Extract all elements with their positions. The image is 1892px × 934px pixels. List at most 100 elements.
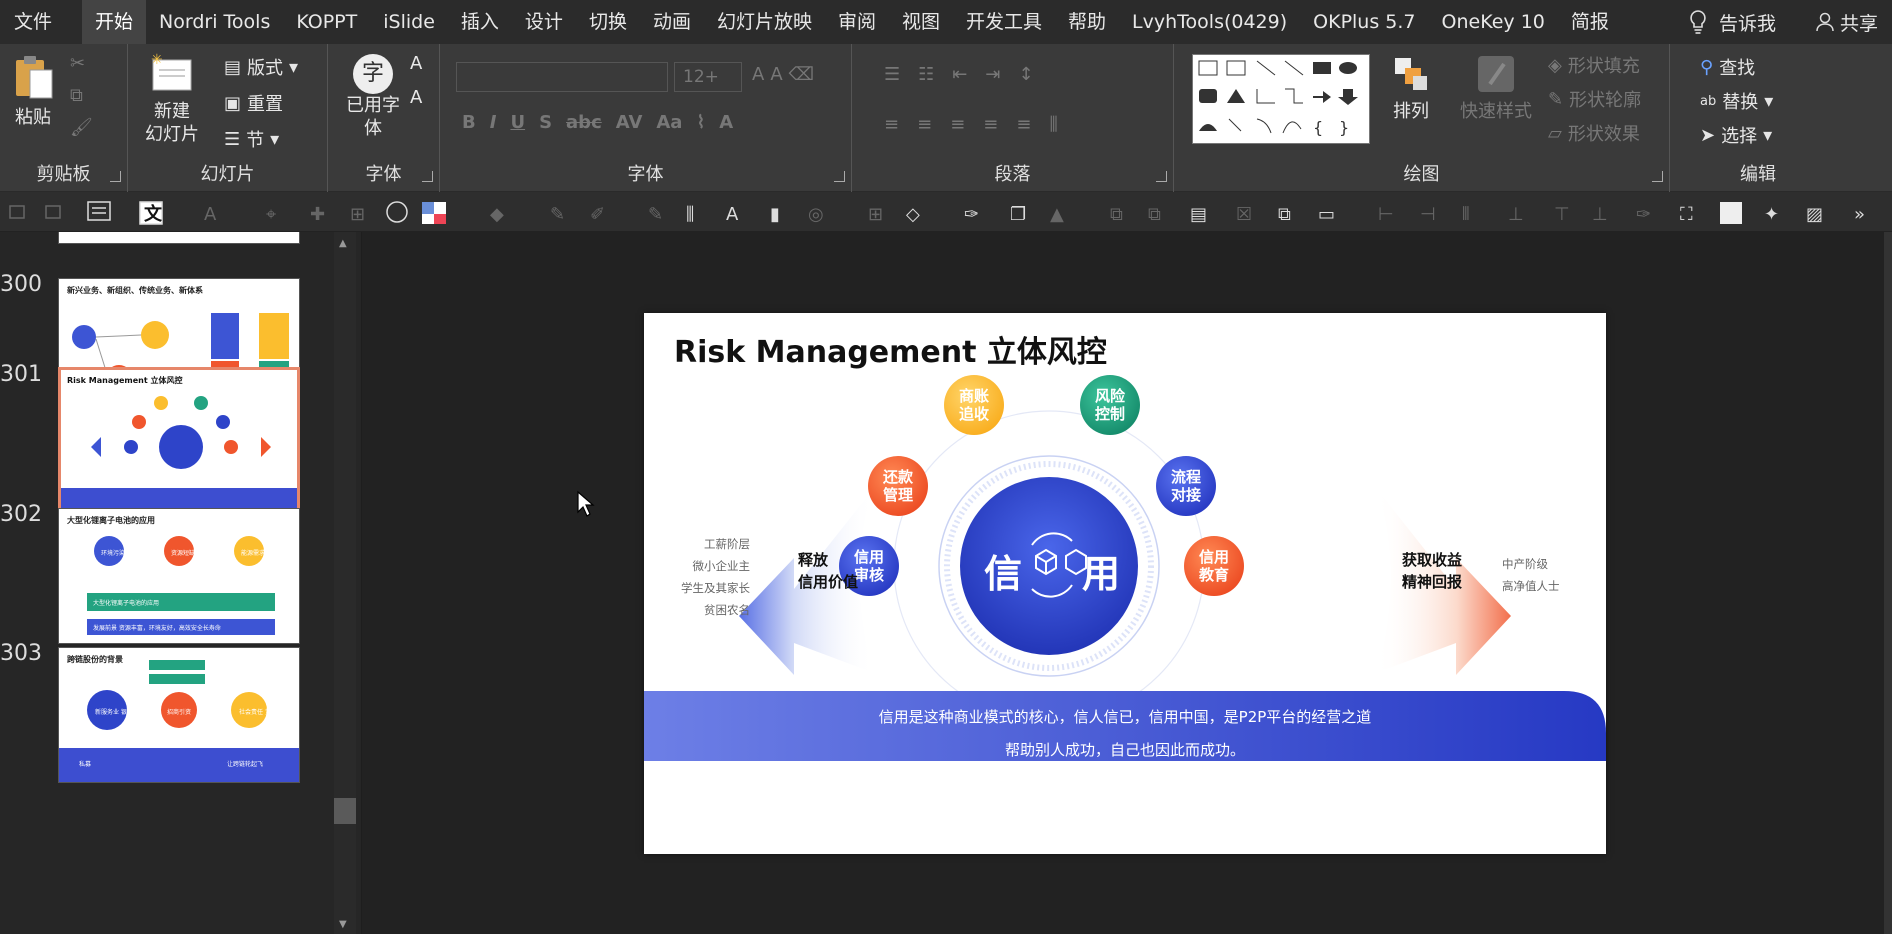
reset-button[interactable]: ▣ 重置 bbox=[224, 90, 283, 116]
paste-label: 粘贴 bbox=[15, 107, 51, 128]
align-center-icon[interactable]: ≡ bbox=[917, 114, 932, 135]
outdent-icon[interactable]: ⇤ bbox=[952, 64, 967, 85]
italic-icon[interactable]: I bbox=[490, 112, 497, 133]
new-slide-button[interactable]: ✳ 新建 幻灯片 bbox=[140, 52, 204, 146]
center-left-char: 信 bbox=[984, 552, 1023, 596]
ribbon-home: 粘贴 ✂ ⧉ 🖌 剪贴板 ✳ 新建 幻灯片 ▤ 版式 ▾ ▣ 重置 ☰ 节 ▾ 幻灯片 字… bbox=[0, 44, 1892, 192]
font-color-icon[interactable]: A bbox=[719, 112, 733, 133]
section-button[interactable]: ☰ 节 ▾ bbox=[224, 126, 279, 152]
svg-text:⊞: ⊞ bbox=[868, 204, 883, 225]
underline-icon[interactable]: U bbox=[510, 112, 525, 133]
arrange-button[interactable]: 排列 bbox=[1384, 54, 1438, 123]
tab-developer[interactable]: 开发工具 bbox=[953, 0, 1055, 44]
thumbnail-scrollbar[interactable]: ▲ ▼ bbox=[334, 232, 356, 934]
search-icon: ⚲ bbox=[1700, 56, 1714, 78]
tab-insert[interactable]: 插入 bbox=[448, 0, 512, 44]
svg-text:⧉: ⧉ bbox=[1278, 204, 1291, 225]
paste-button[interactable]: 粘贴 bbox=[8, 54, 58, 129]
svg-text:A: A bbox=[204, 204, 217, 225]
slide-editor-area[interactable]: Risk Management 立体风控 信 用 商账 追收 风险 控制 还款 … bbox=[362, 232, 1892, 934]
tab-animations[interactable]: 动画 bbox=[640, 0, 704, 44]
thumbnail-slide-301[interactable]: Risk Management 立体风控 bbox=[58, 367, 300, 511]
tab-nordri-tools[interactable]: Nordri Tools bbox=[146, 0, 283, 44]
line-spacing-icon[interactable]: ↕ bbox=[1018, 64, 1033, 85]
drawing-launcher-icon[interactable] bbox=[1652, 171, 1663, 182]
columns-icon[interactable]: ⫼ bbox=[1049, 114, 1057, 135]
tab-briefing[interactable]: 简报 bbox=[1558, 0, 1622, 44]
find-button[interactable]: ⚲ 查找 bbox=[1700, 54, 1755, 80]
shape-outline-button[interactable]: ✎ 形状轮廓 bbox=[1548, 86, 1641, 112]
tab-review[interactable]: 审阅 bbox=[825, 0, 889, 44]
distribute-icon[interactable]: ≡ bbox=[1016, 114, 1031, 135]
font-char-icon: 字 bbox=[353, 54, 393, 94]
svg-text:▮: ▮ bbox=[770, 204, 780, 225]
font-name-input[interactable] bbox=[456, 62, 668, 92]
thumbnail-diagram: 环境污染 资源短缺 能源需求 大型化锂离子电池的应用 发展前景 资源丰富，环境友… bbox=[87, 536, 275, 635]
tab-okplus[interactable]: OKPlus 5.7 bbox=[1300, 0, 1428, 44]
copy-icon[interactable]: ⧉ bbox=[70, 84, 83, 107]
editor-scrollbar[interactable] bbox=[1884, 232, 1892, 934]
tab-islide[interactable]: iSlide bbox=[370, 0, 448, 44]
font-grow-shrink[interactable]: A A ⌫ bbox=[752, 64, 814, 85]
shadow-icon[interactable]: S bbox=[539, 112, 552, 133]
list-buttons[interactable]: ☰ ☷ ⇤ ⇥ ↕ bbox=[884, 64, 1034, 85]
align-buttons[interactable]: ≡ ≡ ≡ ≡ ≡ ⫼ bbox=[884, 114, 1058, 135]
align-left-icon[interactable]: ≡ bbox=[884, 114, 899, 135]
tell-me-search[interactable]: 告诉我 bbox=[1719, 9, 1816, 36]
thumbnail-slide-302[interactable]: 大型化锂离子电池的应用 环境污染 资源短缺 能源需求 大型化锂离子电池的应用 发… bbox=[58, 508, 300, 644]
shapes-gallery[interactable]: {} bbox=[1192, 54, 1370, 144]
scroll-down-icon[interactable]: ▼ bbox=[339, 919, 347, 930]
indent-icon[interactable]: ⇥ bbox=[985, 64, 1000, 85]
tab-koppt[interactable]: KOPPT bbox=[283, 0, 370, 44]
shape-fill-button[interactable]: ◈ 形状填充 bbox=[1548, 52, 1640, 78]
used-font-button[interactable]: 字 已用字 体 bbox=[342, 54, 404, 140]
font-format-buttons[interactable]: B I U Sabc AV Aa ⌇ A bbox=[462, 112, 733, 133]
svg-text:⊢: ⊢ bbox=[1378, 204, 1394, 225]
bullets-icon[interactable]: ☰ bbox=[884, 64, 900, 85]
font-launcher-icon[interactable] bbox=[834, 171, 845, 182]
tab-file[interactable]: 文件 bbox=[0, 0, 82, 44]
group-label-clipboard: 剪贴板 bbox=[36, 164, 91, 185]
tab-slideshow[interactable]: 幻灯片放映 bbox=[704, 0, 825, 44]
strikethrough-icon[interactable]: abc bbox=[566, 112, 602, 133]
svg-text:✎: ✎ bbox=[648, 204, 663, 225]
tab-transitions[interactable]: 切换 bbox=[576, 0, 640, 44]
scrollbar-thumb[interactable] bbox=[334, 798, 356, 824]
tab-design[interactable]: 设计 bbox=[512, 0, 576, 44]
bold-icon[interactable]: B bbox=[462, 112, 476, 133]
align-right-icon[interactable]: ≡ bbox=[950, 114, 965, 135]
lightbulb-icon[interactable] bbox=[1683, 7, 1713, 37]
cut-icon[interactable]: ✂ bbox=[70, 52, 85, 75]
tab-home[interactable]: 开始 bbox=[82, 0, 147, 44]
svg-text:◇: ◇ bbox=[906, 204, 920, 225]
highlight-icon[interactable]: ⌇ bbox=[696, 112, 705, 133]
thumb-302-label-1: 环境污染 bbox=[101, 549, 125, 557]
layout-button[interactable]: ▤ 版式 ▾ bbox=[224, 54, 298, 80]
scroll-up-icon[interactable]: ▲ bbox=[339, 238, 347, 249]
tab-view[interactable]: 视图 bbox=[889, 0, 953, 44]
svg-text:⊥: ⊥ bbox=[1592, 204, 1608, 225]
select-button[interactable]: ➤ 选择 ▾ bbox=[1700, 122, 1772, 148]
shape-effect-button[interactable]: ▱ 形状效果 bbox=[1548, 120, 1640, 146]
increase-font-icon[interactable]: A bbox=[410, 52, 422, 75]
spacing-icon[interactable]: AV bbox=[616, 112, 643, 133]
numbering-icon[interactable]: ☷ bbox=[918, 64, 934, 85]
format-painter-icon[interactable]: 🖌 bbox=[70, 116, 93, 139]
font-size-input[interactable]: 12+ bbox=[674, 62, 742, 92]
tab-help[interactable]: 帮助 bbox=[1055, 0, 1119, 44]
thumbnail-slide-299[interactable] bbox=[58, 232, 300, 244]
tab-onekey[interactable]: OneKey 10 bbox=[1429, 0, 1558, 44]
font-used-launcher-icon[interactable] bbox=[422, 171, 433, 182]
share-button[interactable]: 共享 bbox=[1816, 9, 1892, 36]
justify-icon[interactable]: ≡ bbox=[983, 114, 998, 135]
thumbnail-slide-303[interactable]: 跨链股份的背景 新服务业 银行贷款 招商引资 社会责任 贷款 私募 让跨链轮起飞 bbox=[58, 647, 300, 783]
replace-button[interactable]: ab 替换 ▾ bbox=[1700, 88, 1773, 114]
clipboard-launcher-icon[interactable] bbox=[110, 171, 121, 182]
paragraph-launcher-icon[interactable] bbox=[1156, 171, 1167, 182]
case-icon[interactable]: Aa bbox=[656, 112, 682, 133]
quick-styles-button[interactable]: 快速样式 bbox=[1458, 54, 1534, 123]
tab-lvyhtools[interactable]: LvyhTools(0429) bbox=[1119, 0, 1300, 44]
current-slide[interactable]: Risk Management 立体风控 信 用 商账 追收 风险 控制 还款 … bbox=[644, 313, 1606, 854]
decrease-font-icon[interactable]: A bbox=[410, 86, 422, 109]
replace-label: 替换 bbox=[1722, 92, 1759, 113]
